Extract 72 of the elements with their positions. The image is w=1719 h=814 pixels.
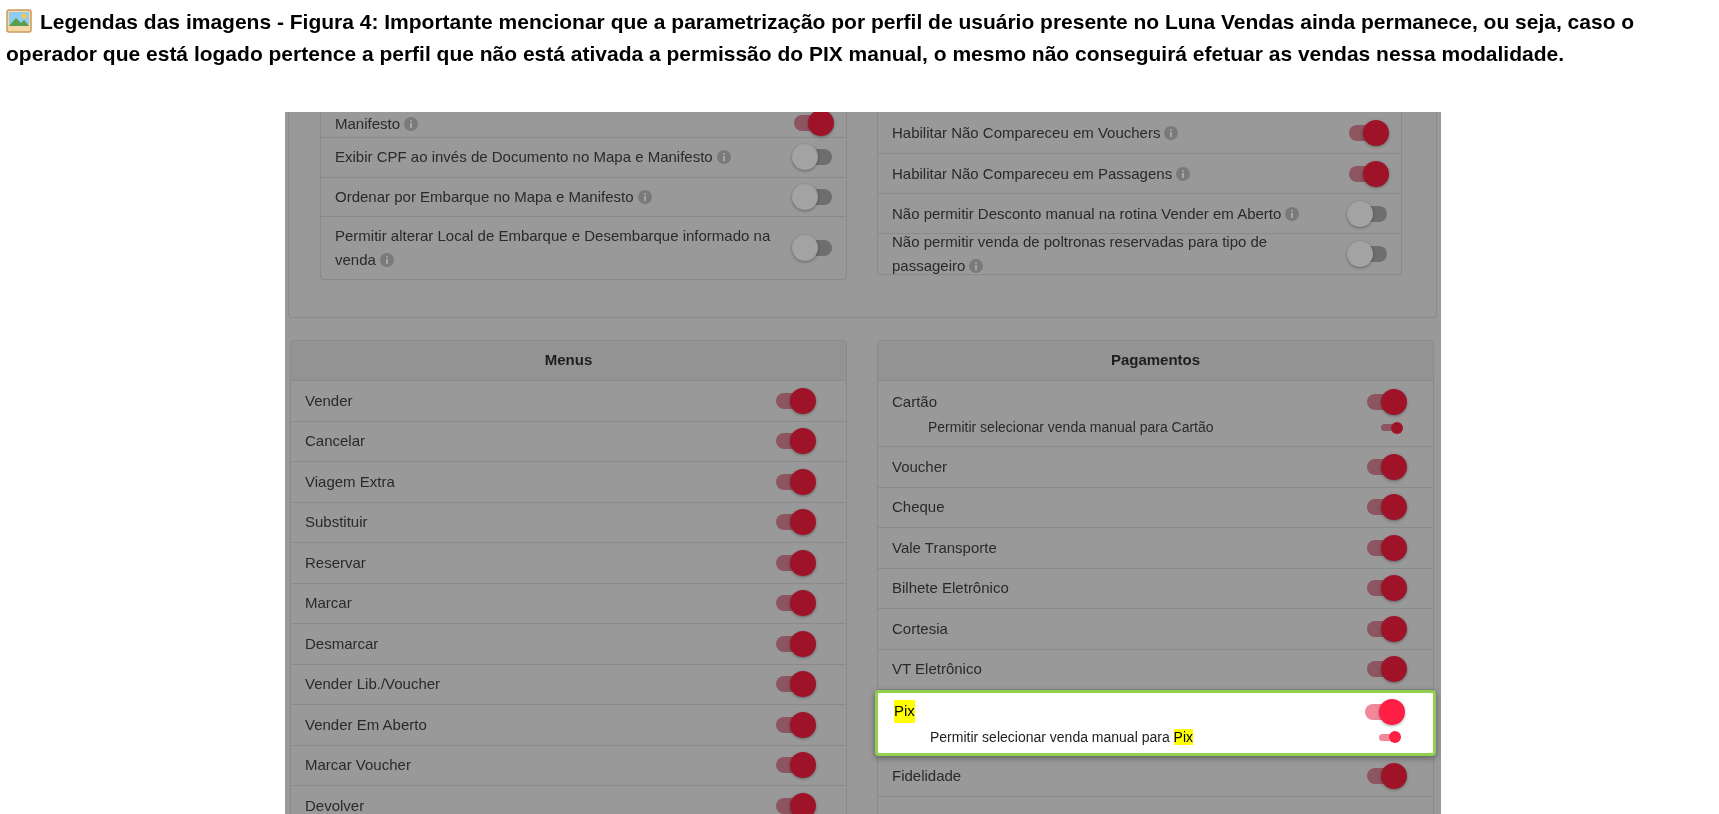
- toggle-switch[interactable]: [1365, 762, 1407, 789]
- menu-label: Reservar: [305, 552, 366, 573]
- menu-label: Cancelar: [305, 431, 366, 451]
- payment-label: Pix: [894, 700, 915, 723]
- setting-label: Manifesto: [335, 112, 429, 136]
- info-icon: [379, 253, 394, 268]
- menu-label: Vender Em Aberto: [305, 714, 427, 735]
- toggle-switch[interactable]: [792, 235, 834, 262]
- toggle-switch[interactable]: [774, 468, 816, 495]
- sub-option-label: Permitir selecionar venda manual para Pix: [930, 727, 1194, 747]
- setting-label: Permitir alterar Local de Embarque e Desembarque informado na venda: [335, 226, 772, 271]
- menu-label: Marcar: [305, 593, 352, 613]
- payment-label: Cortesia: [892, 618, 948, 639]
- payment-label: Cartão: [892, 391, 938, 412]
- menu-label: Substituir: [305, 512, 368, 532]
- panel-title: Menus: [544, 350, 593, 371]
- toggle-switch[interactable]: [774, 428, 816, 455]
- menu-label: Vender Lib./Voucher: [305, 674, 441, 694]
- toggle-switch[interactable]: [1347, 119, 1389, 146]
- info-icon: [1285, 206, 1300, 221]
- info-icon: [716, 150, 731, 165]
- toggle-switch[interactable]: [1347, 160, 1389, 187]
- toggle-switch[interactable]: [774, 549, 816, 576]
- toggle-switch[interactable]: [774, 711, 816, 738]
- menu-label: Devolver: [305, 795, 365, 814]
- setting-label: Não permitir Desconto manual na rotina Vender em Aberto: [892, 201, 1310, 226]
- toggle-switch[interactable]: [774, 752, 816, 779]
- toggle-switch[interactable]: [1365, 534, 1407, 561]
- toggle-switch[interactable]: [1365, 389, 1407, 415]
- toggle-switch[interactable]: [1347, 241, 1389, 267]
- toggle-switch[interactable]: [792, 144, 834, 171]
- toggle-switch[interactable]: [1365, 494, 1407, 521]
- setting-label: Ordenar por Embarque no Mapa e Manifesto: [335, 185, 662, 210]
- toggle-switch[interactable]: [792, 112, 834, 136]
- payment-label: Fidelidade: [892, 765, 962, 786]
- payment-label: Cheque: [892, 497, 945, 517]
- toggle-switch[interactable]: [792, 184, 834, 211]
- toggle-switch[interactable]: [774, 792, 816, 814]
- payment-label: Voucher: [892, 456, 948, 477]
- setting-label: Habilitar Não Compareceu em Vouchers: [892, 120, 1189, 145]
- menu-label: Viagem Extra: [305, 471, 395, 492]
- info-icon: [637, 190, 652, 205]
- toggle-switch[interactable]: [774, 509, 816, 536]
- setting-label: Exibir CPF ao invés de Documento no Mapa e Manifesto: [335, 145, 741, 170]
- toggle-switch[interactable]: [1365, 453, 1407, 480]
- toggle-switch[interactable]: [774, 387, 816, 414]
- toggle-switch[interactable]: [1363, 698, 1405, 725]
- sub-option-label: Permitir selecionar venda manual para Cartão: [928, 418, 1214, 437]
- info-icon: [1164, 125, 1179, 140]
- toggle-switch[interactable]: [1381, 421, 1403, 434]
- toggle-switch[interactable]: [774, 630, 816, 657]
- payment-label: Bilhete Eletrônico: [892, 578, 1009, 598]
- setting-label: Não permitir venda de poltronas reservadas para tipo de passageiro: [892, 232, 1269, 274]
- panel-title: Pagamentos: [1110, 350, 1201, 371]
- toggle-switch[interactable]: [774, 590, 816, 617]
- menu-label: Vender: [305, 390, 353, 411]
- info-icon: [1176, 166, 1191, 181]
- menu-label: Marcar Voucher: [305, 755, 411, 775]
- toggle-switch[interactable]: [1379, 731, 1401, 743]
- toggle-switch[interactable]: [774, 671, 816, 698]
- figure-caption: Legendas das imagens - Figura 4: Importante mencionar que a parametrização por perfil de usuário presente no Luna Vendas ainda permanece, ou seja, caso o operador que está logado pertence a perfil que não está ativada a permissão do PIX manual, o mesmo não conseguirá efetuar as vendas nessa modalidade.: [6, 8, 1636, 67]
- picture-icon: [6, 9, 32, 33]
- payment-label: Vale Transporte: [892, 537, 997, 558]
- setting-label: Habilitar Não Compareceu em Passagens: [892, 161, 1201, 186]
- toggle-switch[interactable]: [1365, 575, 1407, 602]
- payment-label: VT Eletrônico: [892, 659, 982, 679]
- toggle-switch[interactable]: [1347, 200, 1389, 227]
- toggle-switch[interactable]: [1365, 656, 1407, 683]
- menu-label: Desmarcar: [305, 633, 379, 654]
- info-icon: [969, 259, 984, 273]
- info-icon: [404, 117, 419, 131]
- toggle-switch[interactable]: [1365, 615, 1407, 642]
